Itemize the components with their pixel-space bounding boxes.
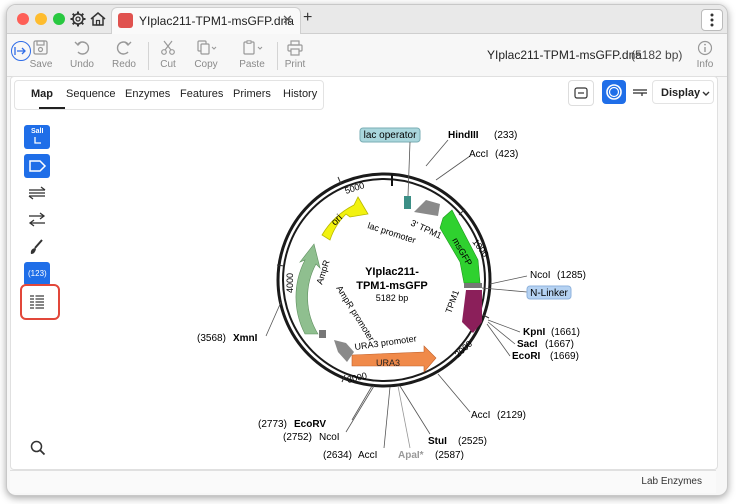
main-toolbar: Save Undo Redo Cut Copy Paste Print YIpl… — [7, 34, 727, 77]
tab-sequence[interactable]: Sequence — [66, 88, 116, 100]
active-tab-indicator — [39, 107, 65, 109]
save-label: Save — [29, 59, 53, 70]
map-panel — [10, 76, 718, 470]
cut-button[interactable]: Cut — [149, 38, 187, 74]
zoom-window-button[interactable] — [53, 13, 65, 25]
redo-button[interactable]: Redo — [105, 38, 143, 74]
search-icon — [30, 440, 46, 456]
file-title: YIplac211-TPM1-msGFP.dna — [487, 48, 642, 62]
tab-enzymes[interactable]: Enzymes — [125, 88, 170, 100]
status-bar: Lab Enzymes — [10, 470, 716, 493]
cut-site-icon — [34, 137, 41, 144]
snapgene-file-icon — [118, 13, 133, 28]
cut-label: Cut — [160, 59, 176, 70]
paste-button[interactable]: Paste — [233, 38, 271, 74]
close-window-button[interactable] — [17, 13, 29, 25]
count-label: (123) — [28, 269, 47, 278]
close-tab-icon[interactable]: ✕ — [282, 12, 293, 28]
printer-icon — [287, 40, 303, 56]
copy-button[interactable]: Copy — [187, 38, 225, 74]
sequence-lines-icon — [633, 89, 647, 96]
print-label: Print — [284, 59, 306, 70]
tab-features[interactable]: Features — [180, 88, 223, 100]
tab-history[interactable]: History — [283, 88, 317, 100]
view-controls: Display — [562, 80, 718, 108]
document-tab-title: YIplac211-TPM1-msGFP.dna — [139, 14, 294, 28]
sequence-view-button[interactable] — [628, 80, 652, 104]
copy-icon — [197, 40, 217, 55]
tab-primers[interactable]: Primers — [233, 88, 271, 100]
features-toggle-button[interactable] — [24, 154, 50, 178]
print-button[interactable]: Print — [276, 38, 314, 74]
feature-arrow-icon — [29, 160, 47, 172]
linear-map-button[interactable] — [568, 80, 594, 106]
scissors-icon — [161, 40, 175, 55]
display-menu-button[interactable]: Display — [652, 80, 714, 104]
linear-map-icon — [574, 87, 588, 99]
undo-button[interactable]: Undo — [63, 38, 101, 74]
redo-label: Redo — [112, 59, 136, 70]
vertical-ellipsis-icon — [710, 13, 714, 27]
paste-label: Paste — [239, 59, 265, 70]
status-enzyme-set[interactable]: Lab Enzymes — [641, 476, 702, 487]
paintbrush-icon — [30, 239, 43, 254]
sequence-length: (5182 bp) — [631, 48, 683, 62]
copy-label: Copy — [194, 59, 218, 70]
display-label: Display — [661, 87, 701, 99]
redo-icon — [116, 41, 132, 55]
info-button[interactable]: Info — [686, 38, 724, 74]
more-menu-button[interactable] — [701, 9, 723, 31]
save-icon — [33, 40, 48, 55]
paste-icon — [243, 40, 263, 55]
title-bar: YIplac211-TPM1-msGFP.dna ✕ + — [7, 5, 727, 34]
orfs-toggle-button[interactable] — [24, 181, 50, 205]
info-icon — [697, 40, 713, 56]
search-button[interactable] — [26, 436, 50, 460]
save-button[interactable]: Save — [22, 38, 60, 74]
single-cutter-enzymes-button[interactable]: SalI — [24, 125, 50, 149]
circular-map-button[interactable] — [602, 80, 626, 104]
info-label: Info — [696, 59, 714, 70]
tab-map[interactable]: Map — [31, 88, 53, 100]
view-tabs: Map Sequence Enzymes Features Primers Hi… — [14, 80, 324, 110]
colors-toggle-button[interactable] — [24, 235, 50, 259]
numbering-toggle-button[interactable]: (123) — [24, 262, 50, 286]
translations-toggle-button[interactable] — [24, 207, 50, 231]
undo-icon — [74, 41, 90, 55]
double-arrow-icon — [28, 186, 46, 200]
gear-icon[interactable] — [69, 10, 87, 28]
home-icon[interactable] — [89, 10, 107, 28]
chevron-down-icon — [702, 91, 710, 96]
highlighted-tool-outline — [20, 284, 60, 320]
minimize-window-button[interactable] — [35, 13, 47, 25]
new-tab-button[interactable]: + — [303, 9, 312, 27]
circular-map-icon — [606, 84, 622, 100]
document-tab[interactable]: YIplac211-TPM1-msGFP.dna ✕ — [111, 7, 301, 34]
undo-label: Undo — [70, 59, 94, 70]
swap-arrows-icon — [28, 212, 46, 227]
